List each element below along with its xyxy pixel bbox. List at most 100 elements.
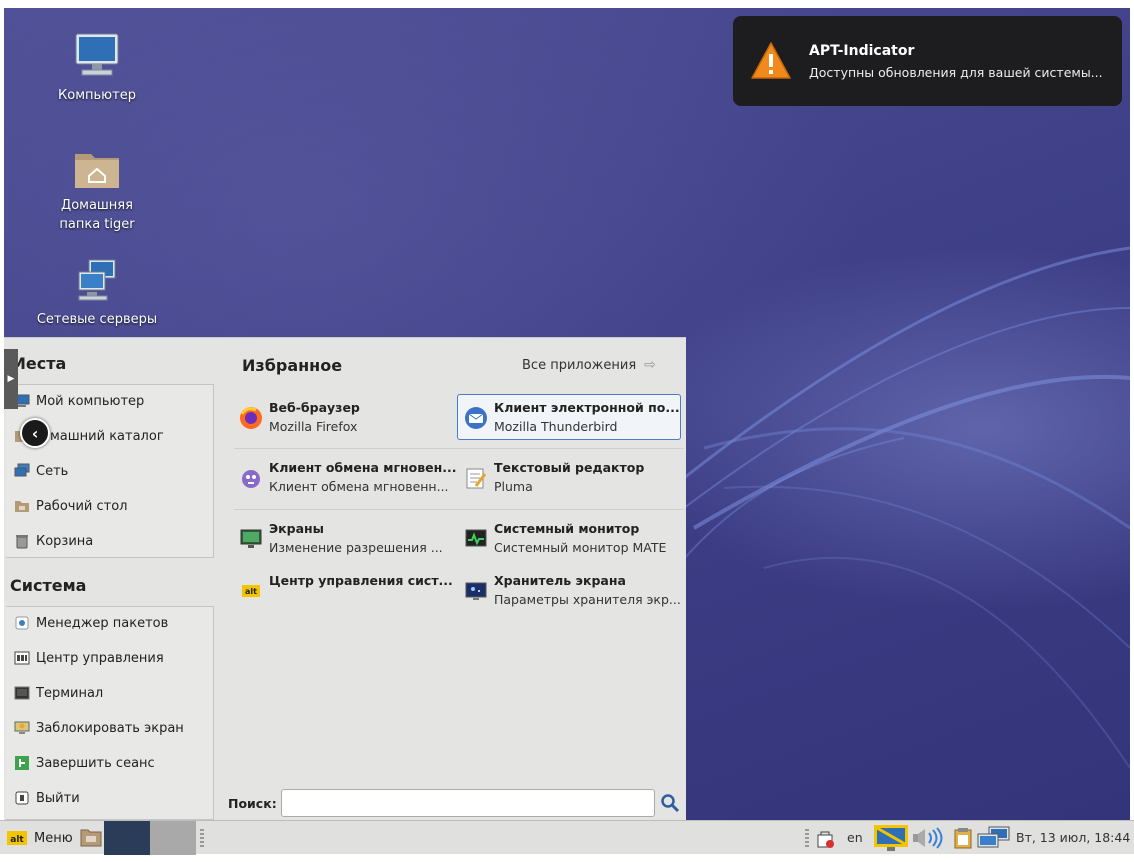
system-item-control-center[interactable]: Центр управления — [14, 646, 164, 670]
favorites-separator — [234, 509, 684, 510]
workspace-2[interactable] — [150, 821, 196, 855]
places-item-label: Сеть — [36, 463, 69, 479]
screensaver-icon — [465, 582, 487, 600]
desktop-folder-icon — [15, 501, 29, 512]
favorite-displays[interactable]: Экраны Изменение разрешения ... — [232, 515, 456, 561]
panel-grip — [805, 829, 809, 847]
system-item-label: Выйти — [36, 790, 80, 806]
thunderbird-icon — [465, 407, 487, 429]
system-item-lock-screen[interactable]: Заблокировать экран — [14, 716, 184, 740]
network-servers-icon — [78, 259, 116, 301]
lock-screen-icon — [14, 721, 30, 734]
places-item-label: машний каталог — [50, 428, 164, 444]
arrow-right-icon: ⇨ — [644, 357, 656, 373]
quit-icon — [15, 791, 29, 805]
places-item-desktop[interactable]: Рабочий стол — [14, 494, 127, 518]
volume-icon[interactable] — [911, 827, 947, 849]
desktop-icon-label: Компьютер — [58, 88, 136, 103]
start-menu: Места Мой компьютер машний каталог Сеть … — [4, 337, 686, 820]
favorite-desc: Pluma — [494, 479, 533, 494]
favorite-system-monitor[interactable]: Системный монитор Системный монитор MATE — [457, 515, 681, 561]
system-title: Система — [10, 576, 87, 595]
favorite-name: Клиент электронной по... — [494, 400, 680, 415]
desktop-icon-home[interactable]: Домашняя папка tiger — [32, 146, 162, 234]
text-editor-icon — [466, 468, 487, 489]
notification-title: APT-Indicator — [809, 43, 915, 59]
terminal-icon — [14, 686, 30, 700]
display-settings-icon[interactable] — [873, 824, 909, 852]
system-item-quit[interactable]: Выйти — [14, 786, 80, 810]
favorite-desc: Параметры хранителя экр... — [494, 592, 681, 607]
places-item-label: Мой компьютер — [36, 393, 145, 409]
system-item-logout[interactable]: Завершить сеанс — [14, 751, 155, 775]
panel-grip — [200, 829, 204, 847]
favorite-firefox[interactable]: Веб-браузер Mozilla Firefox — [232, 394, 456, 440]
network-icon — [14, 463, 30, 477]
system-item-label: Завершить сеанс — [36, 755, 155, 771]
desktop-icon-label: Домашняя папка tiger — [59, 198, 135, 232]
keyboard-layout-indicator[interactable]: en — [847, 830, 863, 845]
alt-control-center-icon: alt — [242, 585, 260, 597]
places-item-network[interactable]: Сеть — [14, 459, 68, 483]
clock[interactable]: Вт, 13 июл, 18:44 — [1016, 830, 1130, 845]
favorite-name: Клиент обмена мгновен... — [269, 460, 457, 475]
all-apps-label: Все приложения — [522, 357, 637, 373]
favorite-thunderbird[interactable]: Клиент электронной по... Mozilla Thunder… — [457, 394, 681, 440]
clipboard-icon[interactable] — [953, 827, 973, 849]
places-item-label: Рабочий стол — [36, 498, 128, 514]
svg-text:alt: alt — [245, 587, 257, 596]
notification-popup[interactable]: APT-Indicator Доступны обновления для ва… — [733, 16, 1122, 106]
search-icon[interactable] — [660, 793, 680, 813]
favorites-separator — [234, 448, 684, 449]
search-input[interactable] — [281, 789, 655, 817]
svg-text:alt: alt — [10, 835, 24, 845]
display-icon — [240, 529, 262, 548]
places-item-my-computer[interactable]: Мой компьютер — [14, 389, 144, 413]
menu-button-label: Меню — [34, 830, 73, 846]
back-button[interactable]: ‹ — [20, 418, 50, 448]
show-desktop-icon[interactable] — [80, 826, 102, 848]
favorite-pidgin[interactable]: Клиент обмена мгновен... Клиент обмена м… — [232, 454, 457, 500]
favorite-name: Системный монитор — [494, 521, 640, 536]
favorite-text-editor[interactable]: Текстовый редактор Pluma — [457, 454, 681, 500]
favorite-name: Текстовый редактор — [494, 460, 645, 475]
search-label: Поиск: — [228, 796, 277, 811]
places-list: Мой компьютер машний каталог Сеть Рабочи… — [6, 384, 214, 558]
taskbar: alt Меню en Вт, 13 июл, 18:44 — [0, 820, 1134, 855]
favorite-name: Веб-браузер — [269, 400, 360, 415]
home-folder-icon — [75, 154, 119, 188]
favorite-screensaver[interactable]: Хранитель экрана Параметры хранителя экр… — [457, 567, 681, 613]
warning-icon — [751, 42, 791, 79]
favorite-alt-control-center[interactable]: alt Центр управления сист... — [232, 567, 456, 613]
menu-button[interactable]: alt Меню — [6, 826, 73, 850]
expand-tab[interactable]: ▶ — [4, 349, 18, 409]
system-item-package-manager[interactable]: Менеджер пакетов — [14, 611, 168, 635]
desktop-icon-computer[interactable]: Компьютер — [32, 30, 162, 105]
alt-logo-icon: alt — [7, 831, 27, 845]
triangle-right-icon: ▶ — [7, 374, 15, 384]
system-item-terminal[interactable]: Терминал — [14, 681, 103, 705]
places-item-trash[interactable]: Корзина — [14, 529, 93, 553]
favorite-name: Экраны — [269, 521, 324, 536]
workspace-1[interactable] — [104, 821, 150, 855]
favorite-desc: Mozilla Firefox — [269, 419, 358, 434]
firefox-icon — [240, 407, 262, 429]
favorite-desc: Системный монитор MATE — [494, 540, 667, 555]
favorite-desc: Mozilla Thunderbird — [494, 419, 618, 434]
system-item-label: Менеджер пакетов — [36, 615, 169, 631]
system-item-label: Терминал — [36, 685, 104, 701]
all-apps-button[interactable]: Все приложения ⇨ — [522, 357, 656, 373]
places-item-label: Корзина — [36, 533, 94, 549]
network-status-icon[interactable] — [977, 826, 1011, 850]
favorite-name: Хранитель экрана — [494, 573, 626, 588]
chevron-left-icon: ‹ — [31, 423, 39, 443]
control-center-icon — [14, 651, 30, 665]
system-list: Менеджер пакетов Центр управления Термин… — [6, 606, 214, 820]
favorites-title: Избранное — [242, 356, 343, 375]
desktop-icon-network[interactable]: Сетевые серверы — [32, 258, 162, 329]
places-title: Места — [10, 354, 67, 373]
favorite-desc: Изменение разрешения ... — [269, 540, 443, 555]
package-manager-icon — [15, 616, 29, 630]
notification-body: Доступны обновления для вашей системы... — [809, 65, 1103, 80]
update-notifier-icon[interactable] — [816, 829, 836, 849]
